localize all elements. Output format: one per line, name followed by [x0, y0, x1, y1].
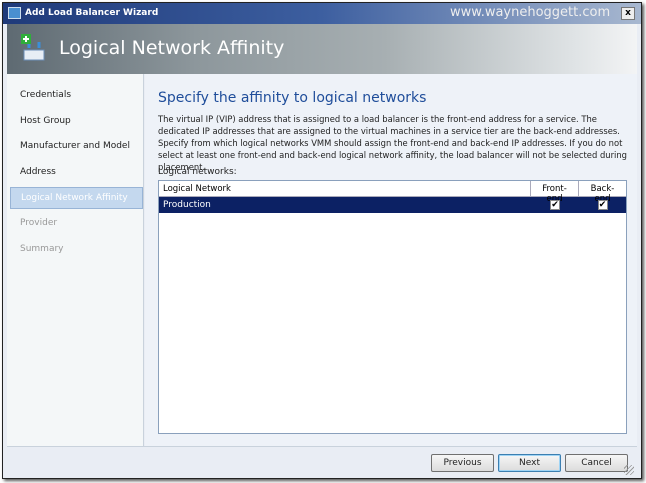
step-credentials[interactable]: Credentials — [10, 85, 143, 107]
step-summary: Summary — [20, 244, 64, 254]
step-manufacturer-model[interactable]: Manufacturer and Model — [10, 136, 143, 158]
window-title: Add Load Balancer Wizard — [25, 8, 159, 18]
column-front-end[interactable]: Front-end — [531, 181, 579, 204]
button-bar: Previous Next Cancel — [7, 446, 637, 478]
close-button[interactable]: x — [621, 7, 635, 20]
step-provider: Provider — [20, 218, 58, 228]
page-title: Logical Network Affinity — [59, 37, 285, 59]
next-button[interactable]: Next — [498, 454, 561, 472]
content-pane: Specify the affinity to logical networks… — [145, 74, 637, 446]
step-host-group[interactable]: Host Group — [10, 111, 143, 133]
table-row[interactable]: Production ✔ ✔ — [159, 197, 626, 213]
description-text: The virtual IP (VIP) address that is ass… — [158, 114, 627, 172]
wizard-window: Add Load Balancer Wizard www.waynehogget… — [2, 2, 642, 479]
front-end-checkbox[interactable]: ✔ — [550, 200, 560, 210]
network-name: Production — [163, 200, 211, 210]
section-heading: Specify the affinity to logical networks — [158, 90, 427, 106]
back-end-checkbox[interactable]: ✔ — [597, 200, 608, 210]
logical-networks-label: Logical networks: — [158, 167, 237, 177]
column-back-end[interactable]: Back-end — [579, 181, 626, 204]
previous-button[interactable]: Previous — [431, 454, 494, 472]
wizard-header: Logical Network Affinity — [7, 24, 637, 74]
step-logical-network-affinity[interactable]: Logical Network Affinity — [10, 187, 143, 209]
watermark: www.waynehoggett.com — [450, 5, 611, 20]
app-icon — [8, 7, 21, 19]
wizard-steps: Credentials Host Group Manufacturer and … — [7, 74, 144, 446]
logical-networks-grid[interactable]: Logical Network Front-end Back-end Produ… — [158, 180, 627, 434]
resize-grip[interactable] — [624, 465, 634, 475]
grid-header: Logical Network Front-end Back-end — [159, 181, 626, 204]
cancel-button[interactable]: Cancel — [565, 454, 628, 472]
load-balancer-icon — [21, 34, 45, 61]
title-bar: Add Load Balancer Wizard www.waynehogget… — [3, 3, 641, 24]
column-logical-network[interactable]: Logical Network — [159, 181, 531, 196]
step-address[interactable]: Address — [10, 162, 143, 184]
